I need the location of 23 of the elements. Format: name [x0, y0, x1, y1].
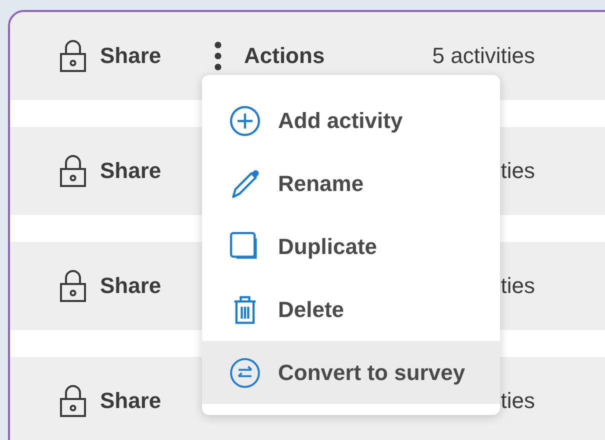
lock-icon: [60, 270, 86, 302]
menu-item[interactable]: Delete: [202, 278, 500, 341]
menu-item[interactable]: Convert to survey: [202, 341, 500, 404]
menu-item[interactable]: Rename: [202, 152, 500, 215]
activity-count: 5 activities: [432, 43, 535, 69]
activity-count: ties: [500, 388, 535, 414]
kebab-menu-icon: [214, 41, 222, 71]
lock-icon: [60, 385, 86, 417]
share-button[interactable]: Share: [60, 270, 162, 302]
share-button[interactable]: Share: [60, 385, 162, 417]
actions-button[interactable]: Actions: [214, 41, 325, 71]
menu-item[interactable]: Duplicate: [202, 215, 500, 278]
swap-arrows-icon: [230, 358, 260, 388]
activity-count: ties: [500, 273, 535, 299]
activity-count: ties: [500, 158, 535, 184]
lock-icon: [60, 40, 86, 72]
share-button[interactable]: Share: [60, 155, 162, 187]
lock-icon: [60, 155, 86, 187]
plus-circle-icon: [230, 106, 260, 136]
share-button[interactable]: Share: [60, 40, 162, 72]
pencil-icon: [230, 168, 260, 198]
menu-item[interactable]: Add activity: [202, 89, 500, 152]
copy-icon: [230, 232, 260, 262]
